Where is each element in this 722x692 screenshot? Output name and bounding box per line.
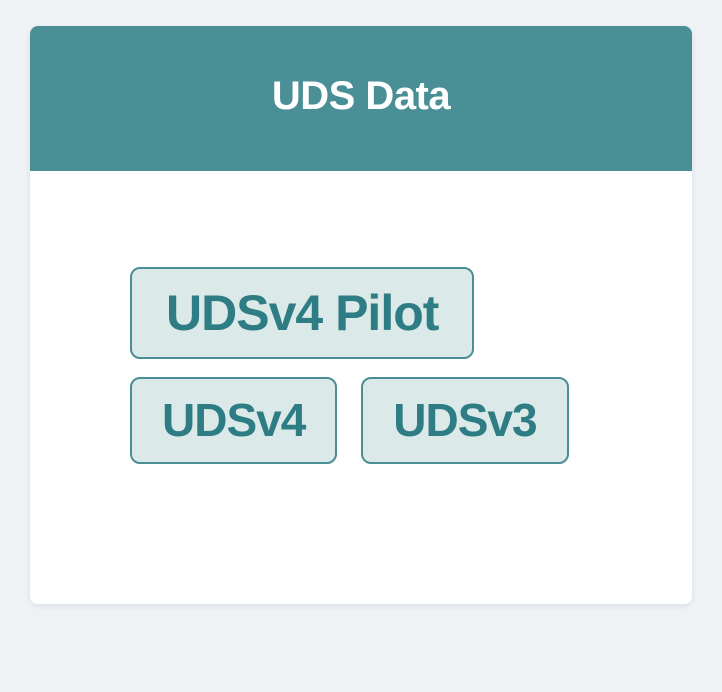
udsv4-pilot-button[interactable]: UDSv4 Pilot: [130, 267, 474, 359]
card-body: UDSv4 Pilot UDSv4 UDSv3: [30, 171, 692, 604]
udsv4-button[interactable]: UDSv4: [130, 377, 337, 464]
uds-data-card: UDS Data UDSv4 Pilot UDSv4 UDSv3: [30, 26, 692, 604]
udsv3-button[interactable]: UDSv3: [361, 377, 568, 464]
card-title: UDS Data: [50, 74, 672, 119]
card-header: UDS Data: [30, 26, 692, 171]
button-row-1: UDSv4 Pilot: [130, 267, 474, 359]
button-row-2: UDSv4 UDSv3: [130, 377, 569, 464]
